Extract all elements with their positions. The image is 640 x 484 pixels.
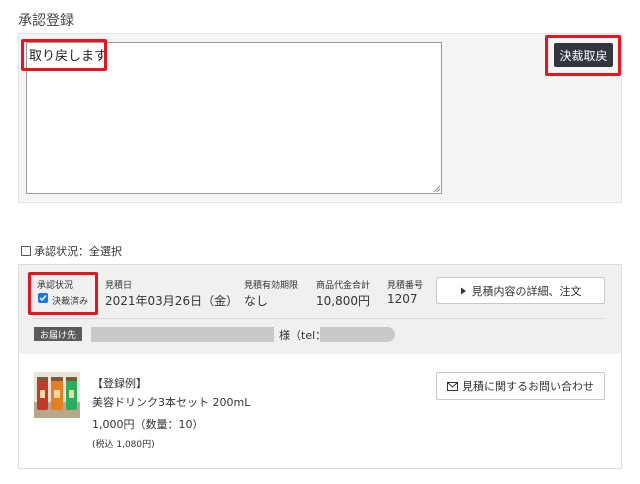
expiry-label: 見積有効期限 [244,281,299,291]
total-value: 10,800円 [316,294,370,308]
highlight-revert-button [545,35,621,76]
header-divider [33,318,605,319]
quote-detail-button[interactable]: 見積内容の詳細、注文 [436,277,605,304]
resize-grip-icon[interactable] [432,184,440,192]
quote-inquiry-button[interactable]: 見積に関するお問い合わせ [436,372,605,400]
quote-number-value: 1207 [387,292,418,306]
highlight-status [28,272,98,315]
product-price: 1,000円（数量：10） [92,418,204,431]
date-label: 見積日 [105,281,133,291]
section-title: 承認登録 [18,13,74,29]
select-all-label: 承認状況：全選択 [34,245,122,258]
product-thumbnail [34,372,80,418]
redacted-recipient-name [91,327,274,342]
product-example-label: 【登録例】 [92,377,147,390]
select-all-checkbox[interactable] [21,246,31,256]
quote-number-label: 見積番号 [387,281,424,291]
redacted-recipient-phone [320,327,395,342]
total-label: 商品代金合計 [316,281,371,291]
quote-detail-label: 見積内容の詳細、注文 [471,284,582,298]
envelope-icon [447,381,458,391]
date-value: 2021年03月26日（金） [105,294,239,308]
delivery-badge: お届け先 [34,327,82,341]
select-all-row[interactable]: 承認状況：全選択 [21,243,122,259]
product-name: 美容ドリンク3本セット 200mL [92,396,251,409]
expiry-value: なし [244,294,269,308]
quote-inquiry-label: 見積に関するお問い合わせ [462,380,594,393]
triangle-right-icon [460,287,466,294]
product-tax-note: (税込 1,080円) [92,440,155,450]
highlight-remark [21,39,107,71]
